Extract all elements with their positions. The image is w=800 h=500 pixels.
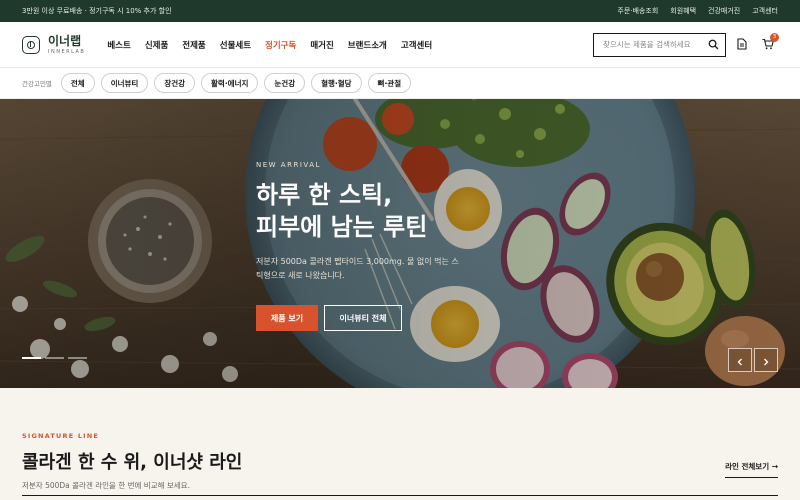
chevron-left-icon <box>736 351 744 370</box>
hero-title-line-2: 피부에 남는 루틴 <box>256 213 428 241</box>
chip-joints[interactable]: 뼈·관절 <box>367 73 412 93</box>
nav-customer-center[interactable]: 고객센터 <box>401 39 432 51</box>
logo[interactable]: 이너랩 INNERLAB <box>22 35 85 55</box>
nav-best[interactable]: 베스트 <box>107 39 130 51</box>
signature-line-section: SIGNATURE LINE 콜라겐 한 수 위, 이너샷 라인 저분자 500… <box>0 388 800 500</box>
search-icon[interactable] <box>708 35 719 54</box>
slide-indicator-2[interactable] <box>45 357 64 359</box>
order-list-button[interactable] <box>732 35 752 55</box>
chip-energy[interactable]: 활력·에너지 <box>201 73 259 93</box>
cart-button[interactable]: 3 <box>758 32 779 55</box>
main-nav: 베스트 신제품 전제품 선물세트 정기구독 매거진 브랜드소개 고객센터 <box>107 39 432 51</box>
view-product-button[interactable]: 제품 보기 <box>256 305 318 331</box>
logo-name: 이너랩 <box>48 33 82 48</box>
search-input[interactable] <box>603 40 708 49</box>
next-slide-button[interactable] <box>754 348 778 372</box>
nav-brand[interactable]: 브랜드소개 <box>348 39 387 51</box>
section-title: 콜라겐 한 수 위, 이너샷 라인 <box>22 452 243 473</box>
slide-arrows <box>728 348 778 372</box>
concern-filter-bar: 건강고민별 전체 이너뷰티 장건강 활력·에너지 눈건강 혈행·혈당 뼈·관절 <box>0 68 800 99</box>
slide-indicators <box>22 357 87 359</box>
nav-gift-sets[interactable]: 선물세트 <box>220 39 251 51</box>
section-description: 저분자 500Da 콜라겐 라인을 한 번에 비교해 보세요. <box>22 481 190 490</box>
hero-actions: 제품 보기 이너뷰티 전체 <box>256 305 466 331</box>
inner-beauty-all-button[interactable]: 이너뷰티 전체 <box>324 305 402 331</box>
hero-kicker: NEW ARRIVAL <box>256 161 321 169</box>
link-health-magazine[interactable]: 건강매거진 <box>708 6 740 16</box>
hero-description: 저분자 500Da 콜라겐 펩타이드 3,000mg. 물 없이 먹는 스틱형으… <box>256 257 459 280</box>
logo-mark-icon <box>22 35 40 54</box>
slide-indicator-3[interactable] <box>68 357 87 359</box>
view-all-line-link[interactable]: 라인 전체보기 → <box>725 461 778 478</box>
chip-inner-beauty[interactable]: 이너뷰티 <box>100 73 149 93</box>
chip-blood[interactable]: 혈행·혈당 <box>311 73 362 93</box>
link-order-tracking[interactable]: 주문·배송조회 <box>617 6 658 16</box>
chip-gut-health[interactable]: 장건강 <box>154 73 196 93</box>
section-divider <box>22 494 778 496</box>
promo-text: 3만원 이상 무료배송 · 정기구독 시 10% 추가 할인 <box>22 7 172 15</box>
site-header: 이너랩 INNERLAB 베스트 신제품 전제품 선물세트 정기구독 매거진 브… <box>0 22 800 68</box>
slide-indicator-1[interactable] <box>22 357 41 359</box>
cart-count-badge: 3 <box>770 32 779 42</box>
hero-copy: NEW ARRIVAL 하루 한 스틱, 피부에 남는 루틴 저분자 500Da… <box>256 161 466 331</box>
nav-magazine[interactable]: 매거진 <box>310 39 333 51</box>
hero-banner: NEW ARRIVAL 하루 한 스틱, 피부에 남는 루틴 저분자 500Da… <box>0 99 800 388</box>
chip-eye-health[interactable]: 눈건강 <box>264 73 306 93</box>
prev-slide-button[interactable] <box>728 348 752 372</box>
link-customer-center[interactable]: 고객센터 <box>752 6 778 16</box>
nav-subscription[interactable]: 정기구독 <box>265 39 296 51</box>
link-member-benefits[interactable]: 회원혜택 <box>670 6 696 16</box>
hero-title-line-1: 하루 한 스틱, <box>256 181 393 209</box>
search-box <box>593 32 726 57</box>
concern-filter-label: 건강고민별 <box>22 80 52 88</box>
document-icon <box>737 35 747 54</box>
section-kicker: SIGNATURE LINE <box>22 432 100 440</box>
chip-all[interactable]: 전체 <box>60 73 95 93</box>
hero-title: 하루 한 스틱, 피부에 남는 루틴 <box>256 179 466 243</box>
chevron-right-icon <box>762 351 770 370</box>
nav-new[interactable]: 신제품 <box>145 39 168 51</box>
utility-links: 주문·배송조회 회원혜택 건강매거진 고객센터 <box>617 6 778 16</box>
logo-subtitle: INNERLAB <box>48 48 86 55</box>
nav-all-products[interactable]: 전제품 <box>182 39 205 51</box>
top-promo-bar: 3만원 이상 무료배송 · 정기구독 시 10% 추가 할인 주문·배송조회 회… <box>0 0 800 22</box>
